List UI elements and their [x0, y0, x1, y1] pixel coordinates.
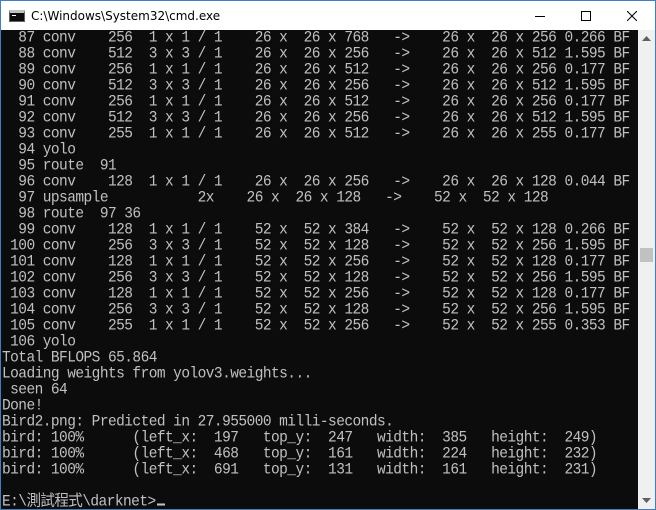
console-line: Bird2.png: Predicted in 27.955000 milli-… [2, 414, 394, 431]
cmd-window: C:\Windows\System32\cmd.exe 87 conv 256 … [0, 0, 656, 510]
console-line: Loading weights from yolov3.weights... [2, 366, 312, 383]
console-line: 98 route 97 36 [2, 206, 141, 223]
text-cursor [156, 503, 165, 506]
minimize-button[interactable] [517, 1, 563, 30]
console-line: 105 conv 255 1 x 1 / 1 52 x 52 x 256 -> … [2, 318, 630, 335]
console-line: 99 conv 128 1 x 1 / 1 52 x 52 x 384 -> 5… [2, 222, 630, 239]
console-line: 88 conv 512 3 x 3 / 1 26 x 26 x 256 -> 2… [2, 46, 630, 63]
console-line: 103 conv 128 1 x 1 / 1 52 x 52 x 256 -> … [2, 286, 630, 303]
console-app-icon[interactable] [9, 9, 25, 22]
chevron-down-icon [642, 498, 651, 503]
console-line: 91 conv 256 1 x 1 / 1 26 x 26 x 512 -> 2… [2, 94, 630, 111]
maximize-button[interactable] [563, 1, 609, 30]
console-line: 101 conv 128 1 x 1 / 1 52 x 52 x 256 -> … [2, 254, 630, 271]
maximize-icon [581, 10, 591, 21]
command-prompt-line: E:\測試程式\darknet> [2, 494, 639, 509]
scroll-down-button[interactable] [638, 492, 655, 509]
console-line: Total BFLOPS 65.864 [2, 350, 157, 367]
console-line: 89 conv 256 1 x 1 / 1 26 x 26 x 512 -> 2… [2, 62, 630, 79]
minimize-icon [535, 15, 545, 17]
console-line: bird: 100% (left_x: 197 top_y: 247 width… [2, 430, 598, 447]
console-line: 96 conv 128 1 x 1 / 1 26 x 26 x 256 -> 2… [2, 174, 630, 191]
console-output[interactable]: 87 conv 256 1 x 1 / 1 26 x 26 x 768 -> 2… [1, 30, 639, 509]
console-line: 92 conv 512 3 x 3 / 1 26 x 26 x 256 -> 2… [2, 110, 630, 127]
vertical-scrollbar[interactable] [638, 30, 655, 509]
console-line: 87 conv 256 1 x 1 / 1 26 x 26 x 768 -> 2… [2, 30, 630, 47]
console-line: bird: 100% (left_x: 691 top_y: 131 width… [2, 462, 598, 479]
console-line: Done! [2, 398, 43, 415]
console-line: 97 upsample 2x 26 x 26 x 128 -> 52 x 52 … [2, 190, 549, 207]
console-line: 102 conv 256 3 x 3 / 1 52 x 52 x 128 -> … [2, 270, 630, 287]
console-line: 94 yolo [2, 142, 76, 159]
title-bar[interactable]: C:\Windows\System32\cmd.exe [1, 1, 655, 30]
scroll-thumb[interactable] [640, 248, 653, 262]
console-line: 106 yolo [2, 334, 76, 351]
chevron-up-icon [642, 36, 651, 41]
console-line: bird: 100% (left_x: 468 top_y: 161 width… [2, 446, 598, 463]
console-line: 93 conv 255 1 x 1 / 1 26 x 26 x 512 -> 2… [2, 126, 630, 143]
console-line: 104 conv 256 3 x 3 / 1 52 x 52 x 128 -> … [2, 302, 630, 319]
console-line: 100 conv 256 3 x 3 / 1 52 x 52 x 128 -> … [2, 238, 630, 255]
console-line: 95 route 91 [2, 158, 117, 175]
window-title: C:\Windows\System32\cmd.exe [31, 8, 221, 23]
close-icon [627, 10, 637, 21]
console-line: 90 conv 512 3 x 3 / 1 26 x 26 x 256 -> 2… [2, 78, 630, 95]
scroll-up-button[interactable] [638, 30, 655, 47]
console-line: seen 64 [2, 382, 68, 399]
close-button[interactable] [609, 1, 655, 30]
